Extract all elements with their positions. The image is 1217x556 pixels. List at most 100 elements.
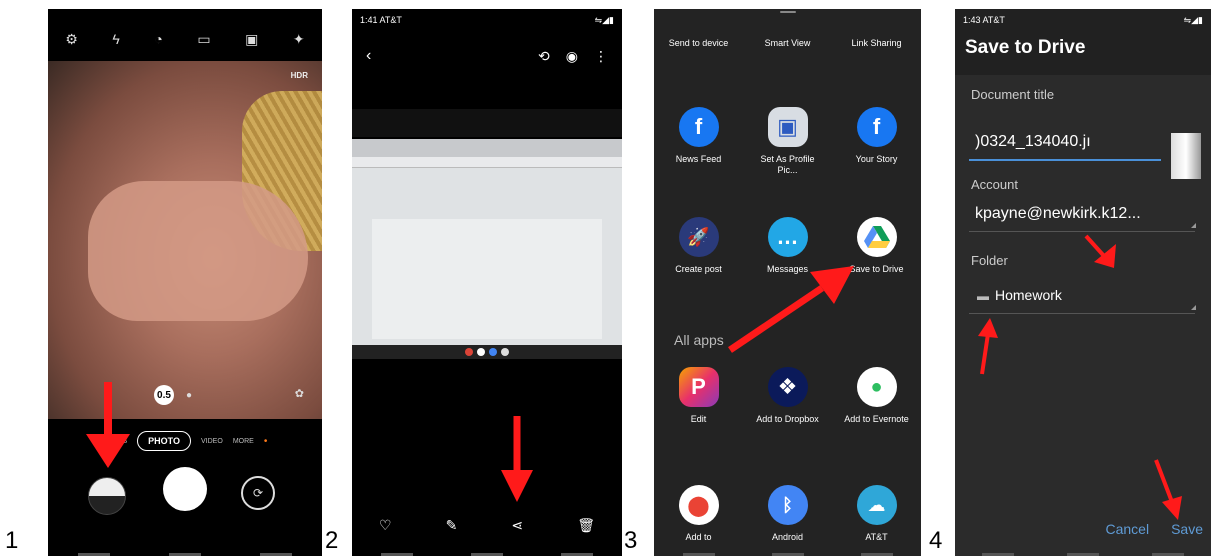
folder-dropdown[interactable]: Homework xyxy=(995,287,1062,303)
all-apps-header: All apps xyxy=(674,332,724,348)
google-drive-icon xyxy=(856,217,897,257)
camera-top-toolbar: ⚙ ϟ ◔ ▭ ▣ ✦ xyxy=(48,31,322,48)
camera-viewfinder[interactable] xyxy=(48,61,322,419)
folder-underline xyxy=(969,313,1195,314)
share-target-att[interactable]: ☁ AT&T xyxy=(840,485,914,543)
viewer-bottom-toolbar: ♡ ✎ ⋖ 🗑 xyxy=(352,517,622,534)
step-number-1: 1 xyxy=(5,527,19,554)
folder-dropdown-icon[interactable] xyxy=(1191,305,1196,310)
share-target-evernote[interactable]: ● Add to Evernote xyxy=(840,367,914,425)
picsart-icon: P xyxy=(678,367,719,407)
rocket-icon: 🚀 xyxy=(678,217,719,257)
account-underline xyxy=(969,231,1195,232)
nav-bar xyxy=(955,548,1211,556)
status-time: 1:41 AT&T xyxy=(360,15,402,25)
status-icons: ⇋◢▮ xyxy=(594,15,614,25)
share-target-create-post[interactable]: 🚀 Create post xyxy=(662,217,736,275)
aspect-ratio-icon[interactable]: ▭ xyxy=(197,31,210,48)
motion-photo-icon[interactable]: ▣ xyxy=(245,31,258,48)
nav-bar xyxy=(352,548,622,556)
share-target-news-feed[interactable]: f News Feed xyxy=(662,107,736,176)
google-maps-icon: ⬤ xyxy=(678,485,719,525)
switch-camera-icon[interactable]: ⟳ xyxy=(241,476,275,510)
effects-icon[interactable]: ✿ xyxy=(295,387,304,400)
bluetooth-icon: ᛒ xyxy=(767,485,808,525)
back-icon[interactable]: ‹ xyxy=(366,47,371,65)
att-app-icon: ☁ xyxy=(856,485,897,525)
status-icons: ⇋◢▮ xyxy=(1183,15,1203,25)
photo-taskbar xyxy=(352,345,622,359)
mode-video[interactable]: VIDEO xyxy=(201,438,223,445)
evernote-icon: ● xyxy=(856,367,897,407)
flash-off-icon[interactable]: ϟ xyxy=(112,31,119,48)
save-button[interactable]: Save xyxy=(1171,521,1203,537)
remaster-icon[interactable]: ⟲ xyxy=(538,48,550,65)
share-target-edit[interactable]: P Edit xyxy=(662,367,736,425)
share-target-your-story[interactable]: f Your Story xyxy=(840,107,914,176)
step-number-2: 2 xyxy=(325,527,339,554)
timer-icon[interactable]: ◔ xyxy=(154,31,162,48)
settings-icon[interactable]: ⚙ xyxy=(65,31,78,48)
zoom-button[interactable]: 0.5 xyxy=(154,385,174,405)
camera-screen: ⚙ ϟ ◔ ▭ ▣ ✦ HDR 0.5 ● ✿ FOCUS PHOTO VIDE… xyxy=(48,9,322,556)
favorite-icon[interactable]: ♡ xyxy=(379,517,392,534)
save-to-drive-screen: 1:43 AT&T ⇋◢▮ Save to Drive Document tit… xyxy=(955,9,1211,556)
nav-bar xyxy=(654,548,921,556)
folder-icon: ▬ xyxy=(977,289,989,303)
status-time: 1:43 AT&T xyxy=(963,15,1005,25)
viewer-toolbar: ‹ ⟲ ◉ ⋮ xyxy=(366,47,608,65)
document-thumbnail xyxy=(1171,133,1201,179)
share-target-profile-pic[interactable]: ▣ Set As Profile Pic... xyxy=(751,107,825,176)
share-target-android[interactable]: ᛒ Android xyxy=(751,485,825,543)
mode-more[interactable]: MORE xyxy=(233,438,254,445)
edit-icon[interactable]: ✎ xyxy=(446,517,458,534)
facebook-icon: f xyxy=(856,107,897,147)
mode-photo[interactable]: PHOTO xyxy=(137,431,192,451)
document-title-label: Document title xyxy=(971,87,1055,102)
send-to-device-button[interactable]: Send to device xyxy=(669,37,729,49)
folder-label: Folder xyxy=(971,253,1008,268)
account-dropdown-icon[interactable] xyxy=(1191,223,1196,228)
account-dropdown[interactable]: kpayne@newkirk.k12... xyxy=(975,205,1141,223)
share-target-maps[interactable]: ⬤ Add to xyxy=(662,485,736,543)
zoom-dot-icon[interactable]: ● xyxy=(186,390,192,401)
more-options-icon[interactable]: ⋮ xyxy=(594,48,608,65)
sheet-handle[interactable] xyxy=(780,11,796,13)
share-sheet-screen: Send to device Smart View Link Sharing f… xyxy=(654,9,921,556)
step-number-3: 3 xyxy=(624,527,638,554)
step-number-4: 4 xyxy=(929,527,943,554)
camera-mode-selector: FOCUS PHOTO VIDEO MORE • xyxy=(48,431,322,451)
dialog-actions: Cancel Save xyxy=(1105,521,1203,537)
delete-icon[interactable]: 🗑 xyxy=(577,517,595,534)
share-quick-actions: Send to device Smart View Link Sharing xyxy=(654,37,921,49)
shutter-button[interactable] xyxy=(163,467,207,511)
photo-top-dark xyxy=(352,109,622,137)
cancel-button[interactable]: Cancel xyxy=(1105,521,1149,537)
zoom-controls: 0.5 ● xyxy=(154,385,192,405)
share-target-dropbox[interactable]: ❖ Add to Dropbox xyxy=(751,367,825,425)
share-app-row-1: f News Feed ▣ Set As Profile Pic... f Yo… xyxy=(654,107,921,176)
dialog-title: Save to Drive xyxy=(965,37,1086,58)
photo-laptop-screen xyxy=(352,139,622,359)
account-label: Account xyxy=(971,177,1018,192)
viewfinder-finger xyxy=(88,181,308,321)
share-target-save-to-drive[interactable]: Save to Drive xyxy=(840,217,914,275)
more-badge-icon: • xyxy=(263,435,268,447)
eye-icon[interactable]: ◉ xyxy=(566,48,578,65)
document-title-underline xyxy=(969,159,1161,161)
status-bar: 1:43 AT&T ⇋◢▮ xyxy=(963,15,1203,26)
share-app-row-2: 🚀 Create post … Messages Save to Drive xyxy=(654,217,921,275)
share-app-row-3: P Edit ❖ Add to Dropbox ● Add to Evernot… xyxy=(654,367,921,425)
share-target-messages[interactable]: … Messages xyxy=(751,217,825,275)
smart-view-button[interactable]: Smart View xyxy=(758,37,818,49)
filters-icon[interactable]: ✦ xyxy=(293,31,305,48)
share-icon[interactable]: ⋖ xyxy=(511,517,523,534)
gallery-thumbnail[interactable] xyxy=(88,477,126,515)
link-sharing-button[interactable]: Link Sharing xyxy=(847,37,907,49)
facebook-icon: f xyxy=(678,107,719,147)
messages-icon: … xyxy=(767,217,808,257)
mode-focus[interactable]: FOCUS xyxy=(103,438,128,445)
nav-bar xyxy=(48,548,322,556)
document-title-input[interactable]: )0324_134040.jı xyxy=(975,133,1091,151)
hdr-indicator: HDR xyxy=(290,71,308,80)
